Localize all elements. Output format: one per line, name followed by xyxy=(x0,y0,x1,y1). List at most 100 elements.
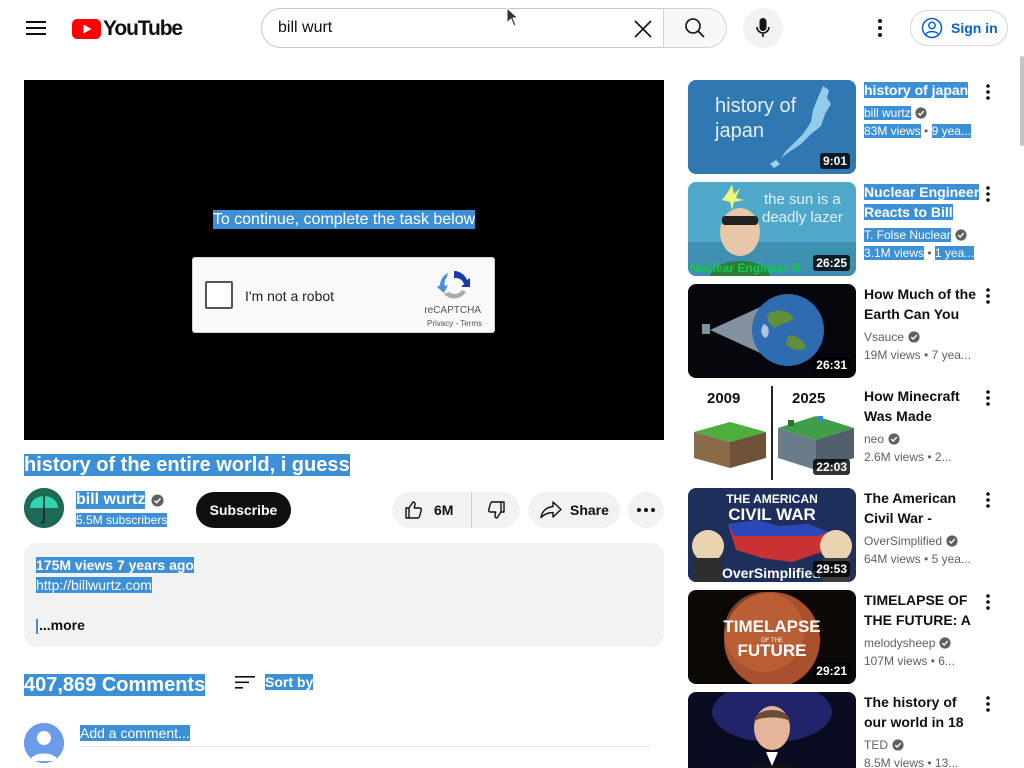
sort-by-text: Sort by xyxy=(265,674,314,690)
thumbs-up-icon xyxy=(405,501,423,519)
user-avatar xyxy=(24,723,64,763)
like-dislike-group: 6M xyxy=(392,492,520,528)
verified-badge-icon xyxy=(955,229,967,241)
duration-badge: 26:25 xyxy=(813,255,850,271)
rec-age: 6... xyxy=(938,654,955,668)
account-circle-icon xyxy=(921,17,943,39)
add-comment-input[interactable]: Add a comment... xyxy=(80,725,190,741)
settings-more-button[interactable] xyxy=(862,10,898,46)
more-actions-button[interactable] xyxy=(628,492,664,528)
share-button[interactable]: Share xyxy=(528,492,620,528)
thumb-text-main: CIVIL WAR xyxy=(728,505,816,524)
rec-channel[interactable]: neo xyxy=(864,432,900,446)
rec-channel[interactable]: T. Folse Nuclear xyxy=(864,228,967,242)
rec-title[interactable]: history of japan xyxy=(864,80,980,100)
search-box[interactable] xyxy=(261,8,663,48)
rec-title[interactable]: TIMELAPSE OF THE FUTURE: A Journey... xyxy=(864,590,980,630)
rec-more-button[interactable] xyxy=(978,590,998,614)
recommendation-item[interactable]: history of japan 9:01 history of japan bi… xyxy=(688,80,1018,174)
video-thumbnail[interactable] xyxy=(688,692,856,768)
video-thumbnail[interactable]: the sun is a deadly lazer Nuclear Engine… xyxy=(688,182,856,276)
rec-title[interactable]: How Much of the Earth Can You See at Onc… xyxy=(864,284,980,324)
recommendation-item[interactable]: 2009 2025 22:03 How Minecraft Was Made n… xyxy=(688,386,1018,480)
rec-channel[interactable]: melodysheep xyxy=(864,636,951,650)
channel-name[interactable]: bill wurtz xyxy=(76,491,164,509)
horizontal-dots-icon xyxy=(637,508,655,512)
sort-icon[interactable] xyxy=(234,672,256,692)
description-link[interactable]: http://billwurtz.com xyxy=(36,577,152,593)
rec-title[interactable]: How Minecraft Was Made xyxy=(864,386,980,426)
dislike-button[interactable] xyxy=(472,492,520,528)
recommendation-item[interactable]: the sun is a deadly lazer Nuclear Engine… xyxy=(688,182,1018,276)
comments-count: 407,869 Comments xyxy=(24,674,206,697)
sort-by-button[interactable]: Sort by xyxy=(265,674,314,690)
hamburger-menu-icon xyxy=(26,21,46,35)
video-player[interactable]: To continue, complete the task below I'm… xyxy=(24,80,664,440)
like-button[interactable]: 6M xyxy=(392,492,472,528)
rec-meta: 107M views • 6... xyxy=(864,654,955,668)
rec-more-button[interactable] xyxy=(978,80,998,104)
rec-title-text: How Minecraft Was Made xyxy=(864,388,960,424)
video-title: history of the entire world, i guess xyxy=(24,454,350,477)
recommendation-item[interactable]: TIMELAPSE OF THE FUTURE 29:21 TIMELAPSE … xyxy=(688,590,1018,684)
player-message-text: To continue, complete the task below xyxy=(212,210,476,229)
vertical-dots-icon xyxy=(986,594,990,610)
verified-badge-icon xyxy=(939,637,951,649)
text-caret xyxy=(36,618,38,634)
channel-avatar[interactable] xyxy=(24,488,64,528)
rec-more-button[interactable] xyxy=(978,692,998,716)
rec-title[interactable]: The history of our world in 18 minutes xyxy=(864,692,980,732)
recaptcha-brand: reCAPTCHA xyxy=(424,305,481,316)
recommendation-item[interactable]: The history of our world in 18 minutes T… xyxy=(688,692,1018,768)
video-thumbnail[interactable]: TIMELAPSE OF THE FUTURE 29:21 xyxy=(688,590,856,684)
thumb-text-top: THE AMERICAN xyxy=(726,492,818,506)
page-scrollbar[interactable] xyxy=(1020,56,1024,146)
description-box[interactable]: 175M views 7 years ago http://billwurtz.… xyxy=(24,543,664,647)
thumb-year-left: 2009 xyxy=(707,390,740,407)
vertical-dots-icon xyxy=(986,186,990,202)
rec-channel[interactable]: bill wurtz xyxy=(864,106,927,120)
recaptcha-links[interactable]: Privacy - Terms xyxy=(427,319,482,328)
subscriber-count-text: 5.5M subscribers xyxy=(76,513,168,527)
rec-more-button[interactable] xyxy=(978,386,998,410)
video-thumbnail[interactable]: THE AMERICAN CIVIL WAR OverSimplified 29… xyxy=(688,488,856,582)
rec-channel[interactable]: OverSimplified xyxy=(864,534,958,548)
rec-channel[interactable]: TED xyxy=(864,738,904,752)
youtube-logo[interactable]: YouTube xyxy=(72,17,183,41)
rec-more-button[interactable] xyxy=(978,488,998,512)
rec-channel[interactable]: Vsauce xyxy=(864,330,920,344)
rec-title[interactable]: The American Civil War - OverSimplified xyxy=(864,488,980,528)
search-button[interactable] xyxy=(663,8,727,48)
clear-search-button[interactable] xyxy=(627,13,659,45)
verified-badge-icon xyxy=(892,739,904,751)
vertical-dots-icon xyxy=(986,84,990,100)
description-more-button[interactable]: ...more xyxy=(36,617,85,634)
video-thumbnail[interactable]: history of japan 9:01 xyxy=(688,80,856,174)
subscribe-button[interactable]: Subscribe xyxy=(196,492,291,528)
rec-title[interactable]: Nuclear Engineer Reacts to Bill Wurtz... xyxy=(864,182,980,222)
rec-more-button[interactable] xyxy=(978,284,998,308)
rec-more-button[interactable] xyxy=(978,182,998,206)
thumb-year-right: 2025 xyxy=(792,390,825,407)
thumbs-down-icon xyxy=(487,501,505,519)
description-more-text: ...more xyxy=(39,617,85,633)
sign-in-button[interactable]: Sign in xyxy=(910,10,1008,46)
verified-badge-icon xyxy=(888,433,900,445)
video-thumbnail[interactable]: 2009 2025 22:03 xyxy=(688,386,856,480)
rec-channel-text: TED xyxy=(864,738,888,752)
add-comment-placeholder: Add a comment... xyxy=(80,725,190,741)
recaptcha-checkbox[interactable] xyxy=(205,281,233,309)
share-arrow-icon xyxy=(540,501,562,519)
recommendation-item[interactable]: 26:31 How Much of the Earth Can You See … xyxy=(688,284,1018,378)
rec-age: 9 yea... xyxy=(931,124,971,138)
rec-views: 83M views xyxy=(864,124,921,138)
voice-search-button[interactable] xyxy=(743,8,783,48)
duration-badge: 26:31 xyxy=(813,357,850,373)
menu-button[interactable] xyxy=(18,10,54,46)
search-input[interactable] xyxy=(278,19,628,37)
vertical-dots-icon xyxy=(986,696,990,712)
recommendation-item[interactable]: THE AMERICAN CIVIL WAR OverSimplified 29… xyxy=(688,488,1018,582)
video-thumbnail[interactable]: 26:31 xyxy=(688,284,856,378)
recaptcha-label: I'm not a robot xyxy=(245,288,335,304)
rec-meta: 3.1M views • 1 yea... xyxy=(864,246,975,260)
